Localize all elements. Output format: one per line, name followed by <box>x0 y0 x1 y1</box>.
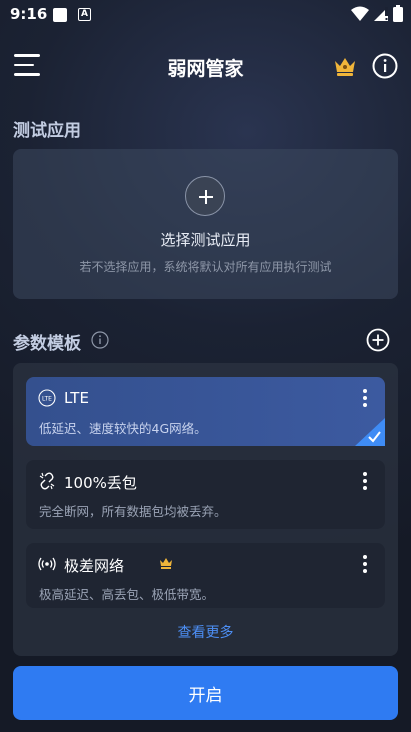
more-options-icon[interactable] <box>359 555 371 575</box>
status-time: 9:16 <box>10 5 48 23</box>
start-button[interactable]: 开启 <box>13 666 398 720</box>
svg-text:LTE: LTE <box>42 396 52 403</box>
notification-icon <box>53 8 67 22</box>
select-test-app-card[interactable]: 选择测试应用 若不选择应用，系统将默认对所有应用执行测试 <box>13 149 398 299</box>
lte-icon: LTE <box>38 389 56 407</box>
see-more-link[interactable]: 查看更多 <box>13 622 398 642</box>
template-desc: 完全断网，所有数据包均被丢弃。 <box>39 504 227 519</box>
more-options-icon[interactable] <box>359 472 371 492</box>
add-icon <box>185 176 225 216</box>
template-desc: 低延迟、速度较快的4G网络。 <box>39 421 207 436</box>
app-bar: 弱网管家 <box>0 44 411 88</box>
more-options-icon[interactable] <box>359 389 371 409</box>
template-card-poor-network[interactable]: 极差网络 极高延迟、高丢包、极低带宽。 <box>26 543 385 608</box>
select-test-app-desc: 若不选择应用，系统将默认对所有应用执行测试 <box>79 260 332 274</box>
selected-check-icon <box>355 418 385 446</box>
template-desc: 极高延迟、高丢包、极低带宽。 <box>39 587 215 602</box>
template-name: 100%丢包 <box>64 474 137 492</box>
notification-a-icon: A <box>78 8 91 21</box>
template-list: LTE LTE 低延迟、速度较快的4G网络。 100%丢包 完全断网，所有数据包… <box>13 363 398 656</box>
select-test-app-title: 选择测试应用 <box>160 231 251 249</box>
crown-icon[interactable] <box>333 55 357 77</box>
section-title-templates: 参数模板 <box>13 334 81 354</box>
info-icon[interactable] <box>91 331 109 349</box>
broken-link-icon <box>39 472 55 490</box>
status-bar: 9:16 A <box>0 0 411 30</box>
add-template-icon[interactable] <box>366 328 390 352</box>
template-card-packet-loss[interactable]: 100%丢包 完全断网，所有数据包均被丢弃。 <box>26 460 385 529</box>
signal-icon <box>374 6 388 21</box>
template-name: 极差网络 <box>64 557 125 575</box>
section-title-test-app: 测试应用 <box>13 121 81 141</box>
template-name: LTE <box>64 389 89 407</box>
broadcast-icon <box>38 557 56 571</box>
info-icon[interactable] <box>372 53 398 79</box>
wifi-icon <box>351 6 369 21</box>
template-card-lte[interactable]: LTE LTE 低延迟、速度较快的4G网络。 <box>26 377 385 446</box>
battery-icon <box>393 5 403 22</box>
premium-crown-icon <box>160 558 172 569</box>
